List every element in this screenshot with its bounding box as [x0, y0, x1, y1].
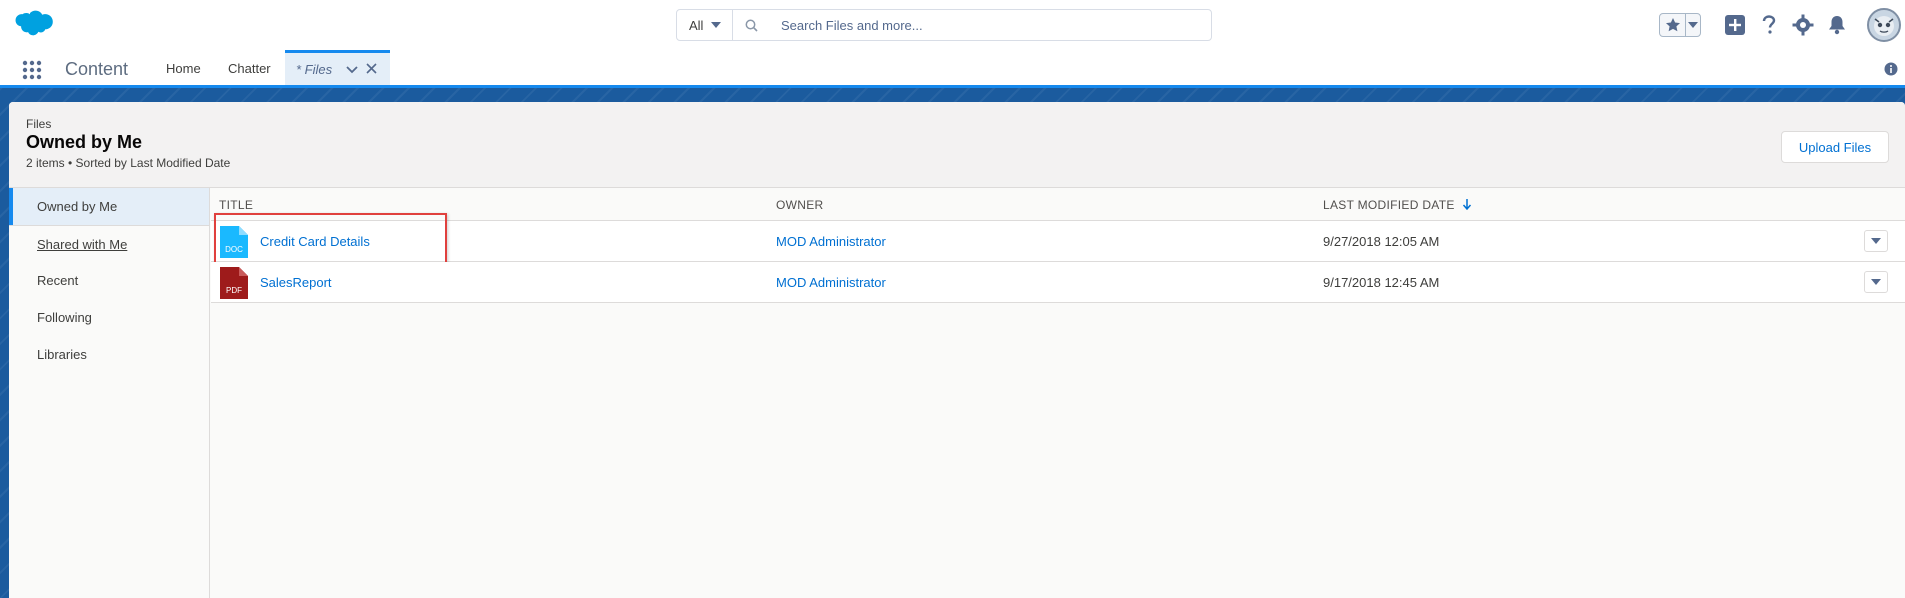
header-tools [1659, 8, 1905, 42]
page-meta: 2 items • Sorted by Last Modified Date [26, 156, 231, 170]
info-icon[interactable] [1884, 62, 1898, 76]
sidebar-item-libraries[interactable]: Libraries [9, 336, 209, 373]
row-actions-button[interactable] [1864, 230, 1888, 252]
search-icon [733, 10, 769, 40]
row-actions-button[interactable] [1864, 271, 1888, 293]
search-scope-dropdown[interactable]: All [677, 10, 733, 40]
app-launcher-icon[interactable] [22, 60, 42, 80]
page-eyebrow: Files [26, 117, 52, 131]
add-icon[interactable] [1723, 13, 1747, 37]
column-header-owner[interactable]: OWNER [776, 198, 824, 212]
search-input[interactable] [769, 10, 1211, 40]
app-navigation: Content Home Chatter * Files [0, 50, 1905, 88]
user-avatar-icon [1874, 16, 1894, 36]
gear-icon[interactable] [1791, 13, 1815, 37]
column-header-last-modified-label: LAST MODIFIED DATE [1323, 198, 1455, 212]
sidebar-item-recent[interactable]: Recent [9, 262, 209, 299]
global-header: All [0, 0, 1905, 50]
salesforce-logo-icon[interactable] [12, 8, 56, 40]
owner-link[interactable]: MOD Administrator [776, 275, 886, 290]
tab-files-label: * Files [296, 61, 333, 77]
upload-files-button[interactable]: Upload Files [1781, 131, 1889, 163]
chevron-down-icon [711, 22, 722, 28]
column-header-title[interactable]: TITLE [219, 198, 253, 212]
files-table: TITLE OWNER LAST MODIFIED DATE DOC Credi… [211, 188, 1905, 598]
page-header: Files Owned by Me 2 items • Sorted by La… [9, 102, 1905, 188]
column-header-last-modified[interactable]: LAST MODIFIED DATE [1323, 198, 1472, 212]
chevron-down-icon [1871, 238, 1881, 244]
close-icon[interactable] [366, 62, 377, 77]
owner-link[interactable]: MOD Administrator [776, 234, 886, 249]
table-header: TITLE OWNER LAST MODIFIED DATE [211, 188, 1905, 221]
files-sidebar: Owned by Me Shared with Me Recent Follow… [9, 188, 210, 598]
sidebar-item-owned-by-me[interactable]: Owned by Me [9, 188, 209, 225]
chevron-down-icon[interactable] [346, 62, 358, 77]
page-title: Owned by Me [26, 132, 143, 152]
pdf-file-icon: PDF [220, 267, 248, 299]
doc-file-icon: DOC [220, 226, 248, 258]
help-icon[interactable] [1757, 13, 1781, 37]
avatar[interactable] [1867, 8, 1901, 42]
table-row: PDF SalesReport MOD Administrator 9/17/2… [211, 262, 1905, 303]
file-type-label: DOC [225, 245, 243, 254]
file-title-link[interactable]: Credit Card Details [260, 234, 370, 249]
tab-files[interactable]: * Files [285, 50, 390, 85]
nav-item-home[interactable]: Home [166, 61, 201, 76]
global-search: All [676, 9, 1212, 41]
sidebar-item-shared-with-me[interactable]: Shared with Me [9, 225, 209, 262]
table-row: DOC Credit Card Details MOD Administrato… [211, 213, 1905, 264]
search-scope-label: All [689, 17, 704, 33]
file-type-label: PDF [226, 286, 242, 295]
favorites-button-group [1659, 13, 1701, 37]
sort-arrow-down-icon [1463, 199, 1472, 211]
star-icon[interactable] [1660, 14, 1686, 36]
chevron-down-icon [1871, 279, 1881, 285]
favorites-dropdown-icon[interactable] [1686, 21, 1700, 29]
app-name: Content [65, 59, 129, 79]
modified-date: 9/17/2018 12:45 AM [1323, 275, 1440, 290]
modified-date: 9/27/2018 12:05 AM [1323, 234, 1440, 249]
files-card: Files Owned by Me 2 items • Sorted by La… [9, 102, 1905, 598]
sidebar-item-following[interactable]: Following [9, 299, 209, 336]
file-title-link[interactable]: SalesReport [260, 275, 332, 290]
bell-icon[interactable] [1825, 13, 1849, 37]
nav-item-chatter[interactable]: Chatter [228, 61, 271, 76]
